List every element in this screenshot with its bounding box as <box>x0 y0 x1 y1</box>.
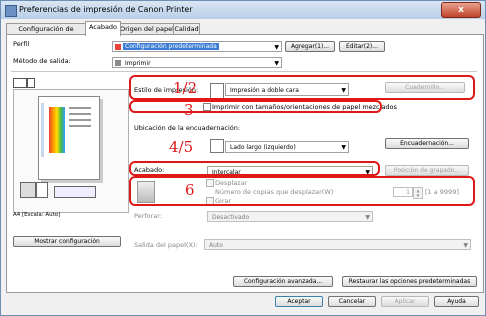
annotation-box-mixed-sizes <box>129 100 382 113</box>
chevron-down-icon: ▼ <box>274 44 279 51</box>
edit-profile-button[interactable]: Editar(2)... <box>339 41 385 52</box>
profile-label: Perfil <box>13 40 30 48</box>
show-settings-button[interactable]: Mostrar configuración <box>13 236 121 247</box>
divider <box>11 71 477 72</box>
paper-output-label: Salida del papel(X): <box>134 241 198 249</box>
window-title: Preferencias de impresión de Canon Print… <box>19 5 193 14</box>
chevron-down-icon: ▼ <box>341 144 346 151</box>
chevron-down-icon: ▼ <box>274 60 279 67</box>
title-bar: Preferencias de impresión de Canon Print… <box>1 1 485 19</box>
restore-defaults-button[interactable]: Restaurar las opciones predeterminadas <box>342 276 477 287</box>
profile-icon <box>115 44 121 50</box>
preview-caption: A4 [Escala: Auto] <box>13 212 61 218</box>
printer-device-icon <box>20 182 36 198</box>
preview-graphic <box>49 107 65 153</box>
preview-pane <box>13 89 129 213</box>
paper-output-value: Auto <box>209 242 223 249</box>
annotation-box-finishing <box>129 161 380 176</box>
settings-view-icon[interactable] <box>27 78 35 88</box>
punch-combo[interactable]: Desactivado ▼ <box>207 211 373 222</box>
add-profile-button[interactable]: Agregar(1)... <box>285 41 335 52</box>
binding-location-label: Ubicación de la encuadernación: <box>134 124 241 132</box>
layout-icons-group <box>54 186 96 198</box>
printer-icon <box>5 5 17 17</box>
output-method-label: Método de salida: <box>13 57 71 65</box>
annotation-number-1-2: 1/2 <box>173 79 198 97</box>
cancel-button[interactable]: Cancelar <box>328 296 376 307</box>
preview-line <box>69 119 91 121</box>
preview-line <box>69 113 91 115</box>
tab-finishing[interactable]: Acabado <box>85 21 121 36</box>
apply-button[interactable]: Aplicar <box>381 296 429 307</box>
preview-line <box>69 107 91 109</box>
chevron-down-icon: ▼ <box>365 214 370 221</box>
paper-stack-icon <box>36 182 48 198</box>
punch-label: Perforar: <box>134 212 163 220</box>
chevron-down-icon: ▼ <box>463 242 468 249</box>
annotation-box-offset <box>129 176 475 206</box>
page-preview <box>38 96 100 180</box>
annotation-number-3: 3 <box>184 101 194 119</box>
annotation-number-6: 6 <box>185 181 195 199</box>
binding-icon <box>210 139 224 153</box>
binding-button[interactable]: Encuadernación... <box>385 138 469 149</box>
binding-combo[interactable]: Lado largo (izquierdo) ▼ <box>225 141 349 153</box>
output-method-combo[interactable]: Imprimir ▼ <box>112 57 282 68</box>
binding-value: Lado largo (izquierdo) <box>230 144 296 151</box>
punch-value: Desactivado <box>212 214 250 221</box>
advanced-settings-button[interactable]: Configuración avanzada... <box>233 276 333 287</box>
preview-line <box>69 125 91 127</box>
output-method-value: Imprimir <box>125 60 151 67</box>
close-button[interactable]: x <box>441 2 481 18</box>
profile-value: Configuración predeterminada <box>123 43 219 50</box>
printer-preferences-window: Preferencias de impresión de Canon Print… <box>0 0 486 316</box>
staple-position-button[interactable]: Posición de grapado... <box>385 165 469 176</box>
help-button[interactable]: Ayuda <box>434 296 479 307</box>
profile-combo[interactable]: Configuración predeterminada ▼ <box>112 41 282 52</box>
layout-view-icon[interactable] <box>13 78 27 88</box>
printer-icon <box>115 60 121 66</box>
binding-edge <box>41 103 44 157</box>
ok-button[interactable]: Aceptar <box>275 296 323 307</box>
paper-output-combo[interactable]: Auto ▼ <box>204 239 471 250</box>
annotation-number-4-5: 4/5 <box>169 138 194 156</box>
